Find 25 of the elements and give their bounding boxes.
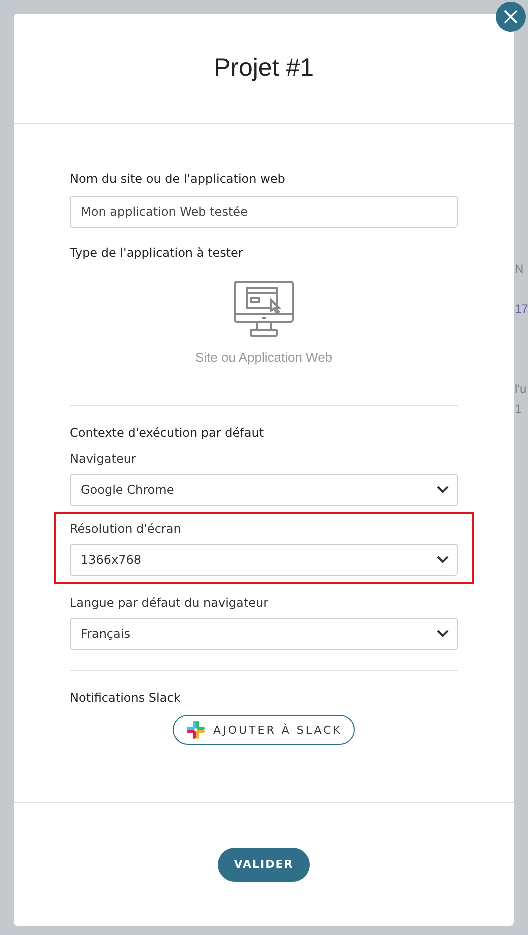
add-to-slack-button[interactable]: AJOUTER À SLACK [172, 715, 356, 745]
chevron-down-icon [437, 486, 449, 494]
chevron-down-icon [437, 630, 449, 638]
section-heading: Contexte d'exécution par défaut [70, 426, 266, 440]
validate-button[interactable]: VALIDER [218, 848, 310, 882]
field-label: Nom du site ou de l'application web [70, 172, 286, 186]
field-label: Langue par défaut du navigateur [70, 596, 270, 610]
slack-icon [186, 720, 206, 740]
chevron-down-icon [437, 556, 449, 564]
close-icon [503, 9, 519, 25]
site-name-field[interactable]: Mon application Web testée [70, 196, 458, 228]
field-label: Navigateur [70, 452, 138, 466]
select-field[interactable]: 1366x768 [70, 544, 458, 576]
section-heading: Notifications Slack [70, 691, 182, 705]
monitor-icon[interactable] [233, 280, 295, 340]
field-label: Résolution d'écran [70, 522, 182, 536]
background-text: 17 [515, 302, 528, 316]
background-text: N [515, 262, 524, 276]
background-text: l'u [515, 382, 527, 396]
dialog-title: Projet #1 [214, 54, 314, 83]
background-text: 1 [515, 402, 522, 416]
select-field[interactable]: Google Chrome [70, 474, 458, 506]
field-label: Type de l'application à tester [70, 246, 244, 260]
close-button[interactable] [496, 2, 526, 32]
select-field[interactable]: Français [70, 618, 458, 650]
